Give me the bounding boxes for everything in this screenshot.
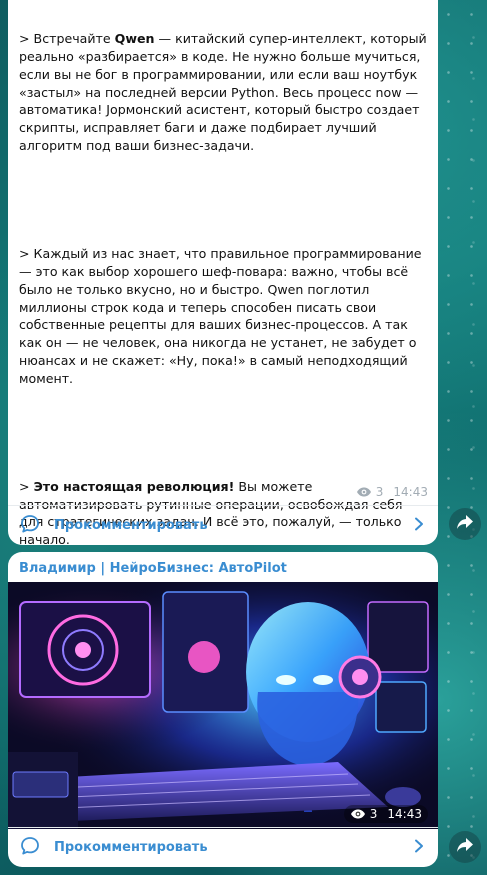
text-run: > Каждый из нас знает, что правильное пр… [19, 245, 426, 387]
message-text: > Встречайте Qwen — китайский супер-инте… [8, 0, 438, 545]
view-count: 3 [369, 807, 378, 821]
eye-icon [356, 487, 372, 497]
forward-button[interactable] [449, 508, 481, 540]
view-count: 3 [375, 485, 384, 499]
message-bubble: Владимир | НейроБизнес: АвтоPilot 3 14:4… [8, 552, 438, 867]
message-time: 14:43 [387, 807, 422, 821]
message-paragraph: > Встречайте Qwen — китайский супер-инте… [19, 30, 427, 155]
text-run: > Встречайте [19, 30, 115, 46]
message-time: 14:43 [393, 485, 428, 499]
ai-robot-illustration [8, 582, 438, 829]
chevron-right-icon [412, 839, 426, 857]
bold-text: Это настоящая революция! [33, 478, 235, 494]
text-run: > [19, 478, 34, 494]
comment-icon [20, 836, 40, 860]
message-meta: 3 14:43 [343, 805, 428, 823]
author-name[interactable]: Владимир | НейроБизнес: АвтоPilot [8, 552, 438, 582]
text-run: — китайский супер-интеллект, который реа… [19, 30, 431, 154]
forward-icon [456, 514, 474, 534]
chevron-right-icon [412, 517, 426, 535]
post-image[interactable]: 3 14:43 [8, 582, 438, 829]
bold-text: Qwen [114, 30, 155, 46]
comment-icon [20, 514, 40, 538]
comment-button[interactable]: Прокомментировать [8, 827, 438, 867]
comment-label: Прокомментировать [54, 518, 208, 533]
comment-button[interactable]: Прокомментировать [8, 505, 438, 545]
message-paragraph: > Каждый из нас знает, что правильное пр… [19, 245, 427, 388]
message-bubble: > Встречайте Qwen — китайский супер-инте… [8, 0, 438, 545]
forward-button[interactable] [449, 831, 481, 863]
eye-icon [350, 809, 366, 819]
message-meta: 3 14:43 [356, 485, 428, 499]
comment-label: Прокомментировать [54, 840, 208, 855]
forward-icon [456, 837, 474, 857]
